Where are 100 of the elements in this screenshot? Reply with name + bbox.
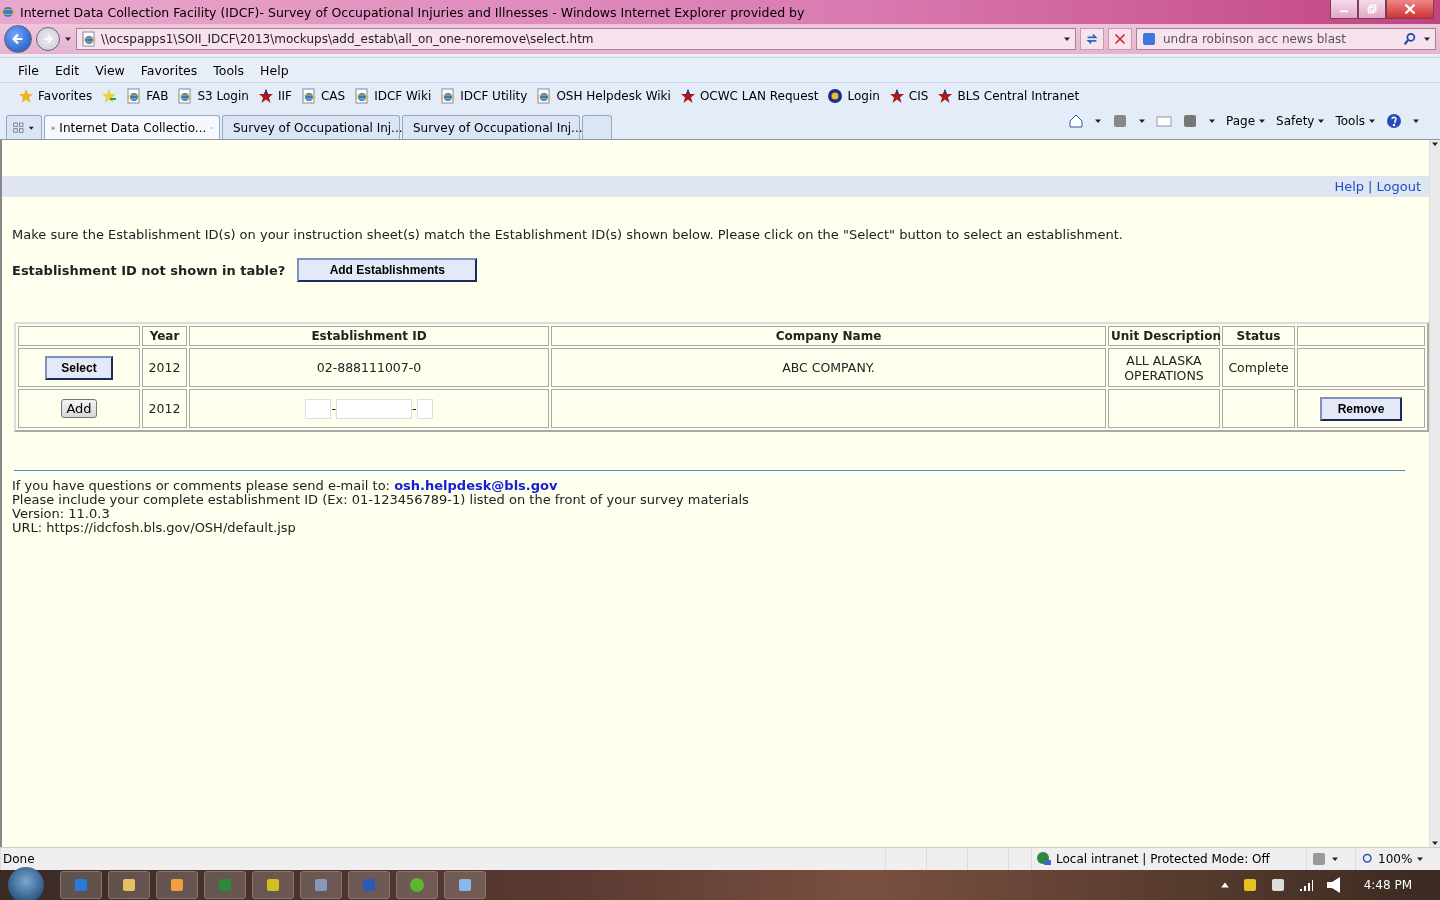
favorite-link[interactable]: IDCF Wiki xyxy=(354,88,432,104)
taskbar-app[interactable] xyxy=(156,871,198,899)
status-cell: Complete xyxy=(1222,348,1295,387)
star-icon xyxy=(937,88,954,104)
favorite-link[interactable]: BLS Central Intranet xyxy=(937,88,1080,104)
menu-item[interactable]: File xyxy=(10,62,47,78)
unit-description-cell: ALL ALASKA OPERATIONS xyxy=(1108,348,1220,387)
menu-item[interactable]: Tools xyxy=(205,62,253,78)
minimize-button[interactable] xyxy=(1330,0,1358,19)
select-button[interactable]: Select xyxy=(45,355,113,380)
start-button[interactable] xyxy=(8,867,44,900)
browser-tab[interactable]: Survey of Occupational Inj... xyxy=(402,115,580,139)
taskbar-app[interactable] xyxy=(108,871,150,899)
command-menu[interactable]: Safety xyxy=(1276,114,1326,128)
caret-icon xyxy=(1063,35,1071,43)
taskbar-app[interactable] xyxy=(396,871,438,899)
browser-tab[interactable]: Internet Data Collectio... xyxy=(44,115,220,139)
favorite-link[interactable]: OSH Helpdesk Wiki xyxy=(536,88,671,104)
search-field[interactable]: undra robinson acc news blast xyxy=(1136,28,1436,50)
menu-item[interactable]: Edit xyxy=(46,62,88,78)
caret-icon xyxy=(1208,117,1216,125)
caret-icon xyxy=(1368,117,1376,125)
caret-icon xyxy=(1138,117,1146,125)
seal-icon xyxy=(827,88,844,104)
company-name-cell: ABC COMPANY. xyxy=(551,348,1106,387)
establishment-id-cell: 02-888111007-0 xyxy=(189,348,549,387)
globe-icon xyxy=(1036,851,1052,867)
menu-item[interactable]: Help xyxy=(252,62,297,78)
clock: 4:48 PM xyxy=(1363,878,1412,892)
close-button[interactable] xyxy=(1386,0,1434,19)
column-header: Year xyxy=(142,326,187,346)
taskbar-app[interactable] xyxy=(60,871,102,899)
footer-text: Version: 11.0.3 xyxy=(12,507,110,521)
help-link[interactable]: Help xyxy=(1330,179,1369,194)
favorite-link[interactable]: IIF xyxy=(257,88,292,104)
year-cell: 2012 xyxy=(142,348,187,387)
caret-icon xyxy=(1258,117,1267,125)
taskbar-app[interactable] xyxy=(252,871,294,899)
favorite-link[interactable]: OCWC LAN Request xyxy=(679,88,819,104)
taskbar-app[interactable] xyxy=(300,871,342,899)
column-header: Company Name xyxy=(551,326,1106,346)
refresh-icon xyxy=(1085,32,1099,46)
favorite-link[interactable]: CAS xyxy=(300,88,346,104)
favorite-link[interactable]: S3 Login xyxy=(177,88,249,104)
new-tab-button[interactable] xyxy=(582,115,612,139)
id-number-field[interactable] xyxy=(336,398,412,419)
music-icon xyxy=(409,877,425,893)
speaker-icon xyxy=(1325,877,1342,893)
favorite-link[interactable]: IDCF Utility xyxy=(440,88,528,104)
id-separator: - xyxy=(412,400,417,415)
star-icon xyxy=(679,88,696,104)
logout-link[interactable]: Logout xyxy=(1372,179,1425,194)
zoom-icon xyxy=(1362,853,1374,865)
favorite-link[interactable]: FAB xyxy=(126,88,169,104)
search-icon xyxy=(1403,32,1417,46)
mail-icon xyxy=(1156,113,1172,129)
email-link[interactable]: osh.helpdesk@bls.gov xyxy=(394,478,558,493)
caret-icon xyxy=(1094,117,1102,125)
menu-item[interactable]: Favorites xyxy=(132,62,206,78)
column-header: Unit Description xyxy=(1108,326,1220,346)
id-prefix-field[interactable] xyxy=(305,398,332,419)
column-header: Status xyxy=(1222,326,1295,346)
forward-button[interactable] xyxy=(36,27,60,51)
command-menu[interactable]: Page xyxy=(1226,114,1267,128)
window-title: Internet Data Collection Facility (IDCF)- Survey of Occupational Injuries and Illnesses - Windows Internet Explorer provided by xyxy=(20,4,806,20)
footer-text: URL: https://idcfosh.bls.gov/OSH/default.jsp xyxy=(12,521,297,535)
remove-button[interactable]: Remove xyxy=(1320,396,1402,421)
restore-icon xyxy=(1367,4,1377,14)
refresh-button[interactable] xyxy=(1080,28,1104,50)
caret-icon xyxy=(1331,855,1339,863)
restore-button[interactable] xyxy=(1358,0,1386,19)
quick-tabs-button[interactable] xyxy=(6,115,42,139)
id-check-digit-field[interactable] xyxy=(416,398,433,419)
caret-icon xyxy=(64,35,72,43)
back-arrow-icon xyxy=(11,32,25,46)
id-separator: - xyxy=(331,400,336,415)
signal-icon xyxy=(1297,877,1314,893)
add-establishments-button[interactable]: Add Establishments xyxy=(297,258,478,282)
year-cell: 2012 xyxy=(142,389,187,428)
address-field[interactable]: \\ocspapps1\SOII_IDCF\2013\mockups\add_estab\all_on_one-noremove\select.htm xyxy=(76,28,1076,50)
scrollbar[interactable] xyxy=(1429,140,1440,847)
star-icon xyxy=(888,88,905,104)
caret-icon xyxy=(1412,117,1420,125)
missing-id-prompt: Establishment ID not shown in table? xyxy=(12,262,286,278)
add-button[interactable]: Add xyxy=(61,399,97,418)
favorite-link[interactable]: CIS xyxy=(888,88,929,104)
tray-arrow-icon xyxy=(1219,880,1230,890)
command-menu[interactable]: Tools xyxy=(1335,114,1376,128)
grid-icon xyxy=(13,120,25,135)
stop-button[interactable] xyxy=(1108,28,1132,50)
star-icon xyxy=(18,88,34,104)
browser-tab[interactable]: Survey of Occupational Inj... xyxy=(222,115,400,139)
menu-item[interactable]: View xyxy=(87,62,133,78)
taskbar-app[interactable] xyxy=(444,871,486,899)
footer-text: Please include your complete establishment ID (Ex: 01-123456789-1) listed on the front of your survey materials xyxy=(12,493,750,507)
instruction-text: Make sure the Establishment ID(s) on your instruction sheet(s) match the Establishment ID(s) shown below. Please click on the "Select" button to select an establishment. xyxy=(12,227,1124,242)
favorite-link[interactable]: Login xyxy=(827,88,880,104)
back-button[interactable] xyxy=(4,25,32,53)
help-icon xyxy=(1386,113,1402,129)
favorites-button[interactable]: Favorites xyxy=(18,88,93,104)
